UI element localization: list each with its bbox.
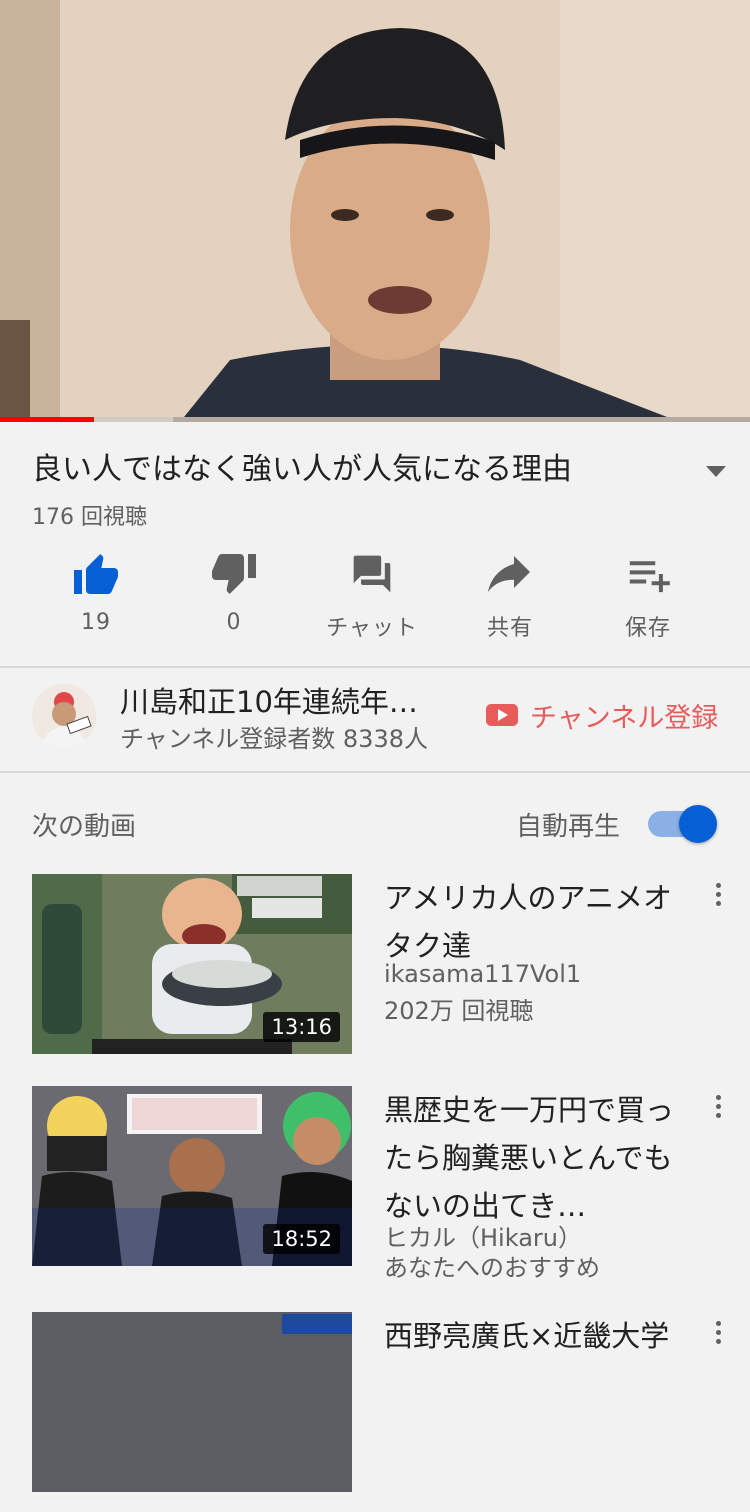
share-button[interactable]: 共有 <box>441 548 579 648</box>
view-count: 176 回視聴 <box>32 505 147 530</box>
up-next-label: 次の動画 <box>32 812 137 842</box>
video-title[interactable]: 良い人ではなく強い人が人気になる理由 <box>32 446 672 494</box>
thumb-up-icon <box>74 554 118 594</box>
like-button[interactable]: 19 <box>27 548 165 648</box>
video-title[interactable]: 黒歴史を一万円で買ったら胸糞悪いとんでもないの出てき… <box>384 1086 684 1230</box>
subscribe-label: チャンネル登録 <box>530 702 719 734</box>
save-button[interactable]: 保存 <box>579 548 717 648</box>
progress-bar[interactable] <box>0 417 750 422</box>
avatar-image <box>32 684 96 748</box>
video-frame <box>0 0 750 422</box>
share-label: 共有 <box>486 616 533 641</box>
more-options-button[interactable] <box>706 1090 730 1122</box>
list-item[interactable]: 13:16 アメリカ人のアニメオタク達 ikasama117Vol1 202万 … <box>0 874 750 1074</box>
save-label: 保存 <box>624 616 671 641</box>
video-thumbnail[interactable] <box>32 1312 352 1492</box>
autoplay-toggle[interactable] <box>646 803 720 843</box>
channel-avatar[interactable] <box>32 684 96 748</box>
list-item[interactable]: 18:52 黒歴史を一万円で買ったら胸糞悪いとんでもないの出てき… ヒカル（Hi… <box>0 1086 750 1286</box>
autoplay-label: 自動再生 <box>516 812 621 842</box>
share-icon <box>488 556 530 592</box>
playlist-add-icon <box>629 561 670 593</box>
video-channel: ikasama117Vol1 <box>384 960 582 988</box>
dot <box>715 1320 721 1326</box>
chat-label: チャット <box>326 616 418 641</box>
channel-name[interactable]: 川島和正10年連続年… <box>120 679 450 721</box>
progress-played <box>0 417 94 422</box>
dislike-button[interactable]: 0 <box>165 548 303 648</box>
dot <box>715 1094 721 1100</box>
chevron-down-icon <box>706 466 726 477</box>
dot <box>715 1338 721 1344</box>
toggle-knob <box>679 805 717 843</box>
dot <box>715 1112 721 1118</box>
video-title[interactable]: アメリカ人のアニメオタク達 <box>384 874 684 970</box>
dot <box>715 891 721 897</box>
dot <box>715 882 721 888</box>
subscriber-count: チャンネル登録者数 8338人 <box>120 725 428 753</box>
more-options-button[interactable] <box>706 878 730 910</box>
more-options-button[interactable] <box>706 1316 730 1348</box>
video-duration: 18:52 <box>263 1224 340 1254</box>
divider <box>0 666 750 668</box>
list-item[interactable]: 西野亮廣氏×近畿大学 <box>0 1312 750 1512</box>
video-duration: 13:16 <box>263 1012 340 1042</box>
video-meta: 202万 回視聴 <box>384 997 534 1025</box>
like-count: 19 <box>81 610 111 635</box>
video-thumbnail[interactable]: 13:16 <box>32 874 352 1054</box>
thumb-down-icon <box>212 554 256 594</box>
chat-icon <box>353 555 391 593</box>
divider <box>0 771 750 773</box>
expand-description-button[interactable] <box>700 456 732 488</box>
video-meta: あなたへのおすすめ <box>384 1254 600 1282</box>
subscribe-button[interactable]: チャンネル登録 <box>486 697 719 734</box>
dislike-count: 0 <box>226 610 242 635</box>
video-player[interactable] <box>0 0 750 422</box>
video-title[interactable]: 西野亮廣氏×近畿大学 <box>384 1312 684 1360</box>
video-thumbnail[interactable]: 18:52 <box>32 1086 352 1266</box>
youtube-logo-icon <box>486 704 518 726</box>
dot <box>715 900 721 906</box>
dot <box>715 1103 721 1109</box>
chat-button[interactable]: チャット <box>303 548 441 648</box>
thumbnail-image <box>32 1312 352 1492</box>
